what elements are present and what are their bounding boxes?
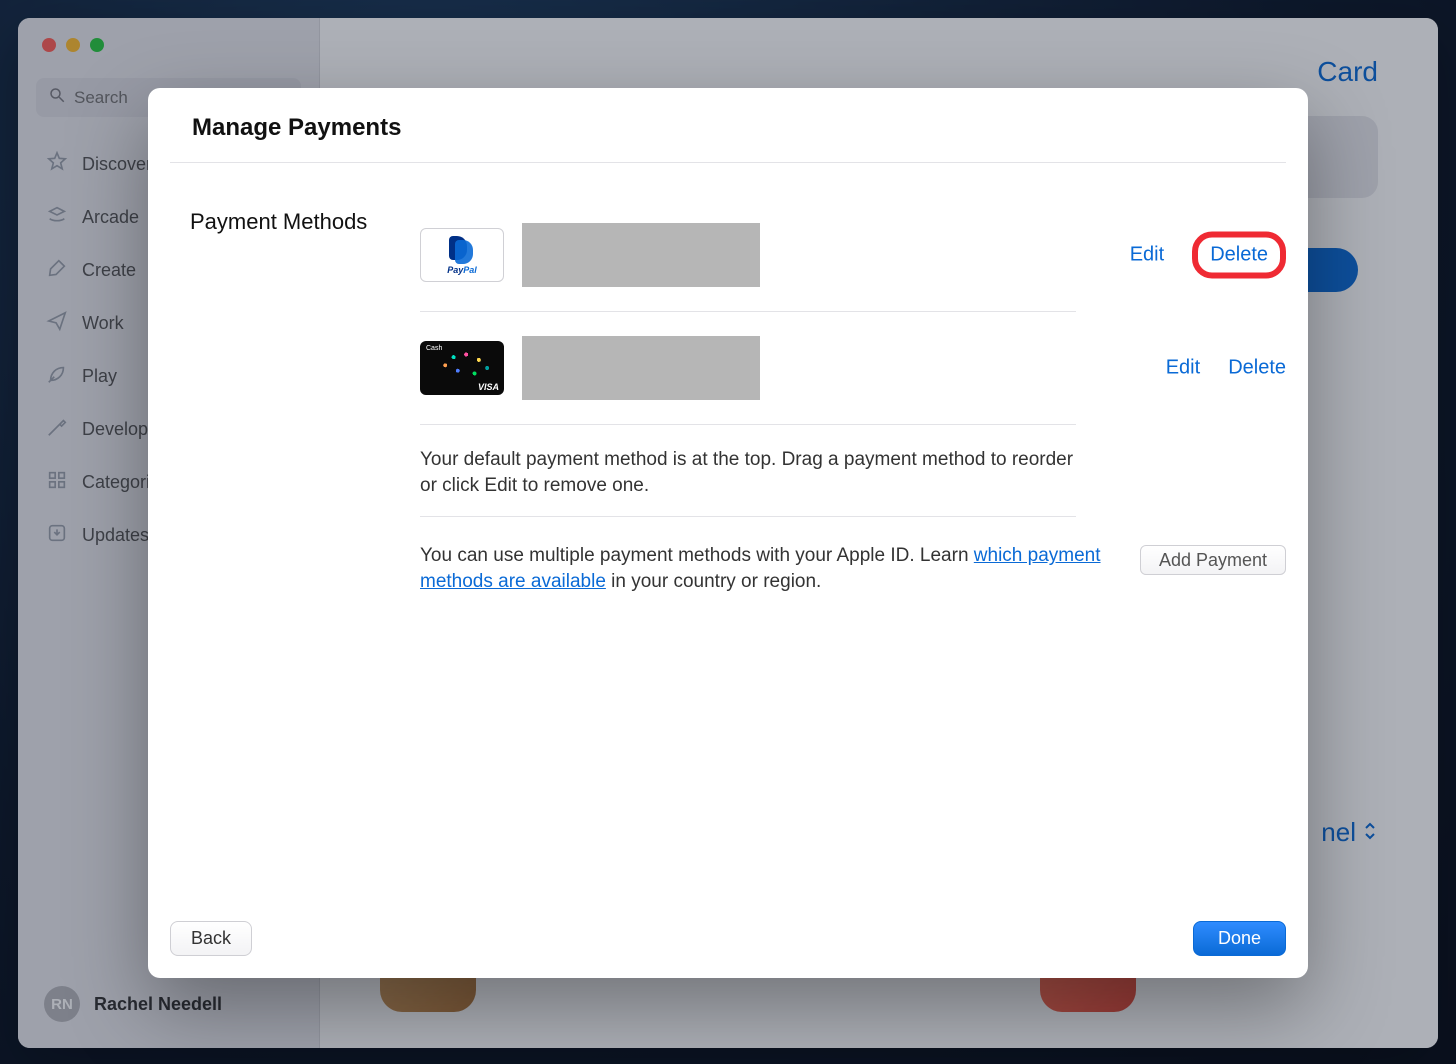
delete-button[interactable]: Delete (1210, 244, 1268, 267)
redacted-account-info (522, 336, 760, 400)
paypal-card-icon: PayPal (420, 228, 504, 282)
payment-methods-list: PayPal Edit Delete Cash (420, 199, 1286, 903)
payment-method-row[interactable]: Cash VISA Edit Delete (420, 312, 1076, 425)
redacted-account-info (522, 223, 760, 287)
visa-card-icon: Cash VISA (420, 341, 504, 395)
sheet-body: Payment Methods PayPal Edit (148, 163, 1308, 903)
multi-payment-help-text: You can use multiple payment methods wit… (420, 543, 1110, 594)
section-label-col: Payment Methods (170, 199, 420, 903)
sheet-title: Manage Payments (192, 114, 1264, 142)
delete-highlight: Delete (1192, 232, 1286, 279)
multi-payment-help-row: You can use multiple payment methods wit… (420, 517, 1286, 594)
payment-methods-label: Payment Methods (190, 209, 420, 235)
delete-button[interactable]: Delete (1228, 357, 1286, 380)
reorder-help-text: Your default payment method is at the to… (420, 425, 1076, 517)
edit-button[interactable]: Edit (1166, 357, 1200, 380)
manage-payments-sheet: Manage Payments Payment Methods PayPal (148, 88, 1308, 978)
back-button[interactable]: Back (170, 921, 252, 956)
sheet-footer: Back Done (148, 903, 1308, 978)
add-payment-button[interactable]: Add Payment (1140, 545, 1286, 575)
payment-method-row[interactable]: PayPal Edit Delete (420, 199, 1076, 312)
sheet-header: Manage Payments (170, 88, 1286, 163)
modal-overlay: Manage Payments Payment Methods PayPal (0, 0, 1456, 1064)
done-button[interactable]: Done (1193, 921, 1286, 956)
edit-button[interactable]: Edit (1130, 244, 1164, 267)
